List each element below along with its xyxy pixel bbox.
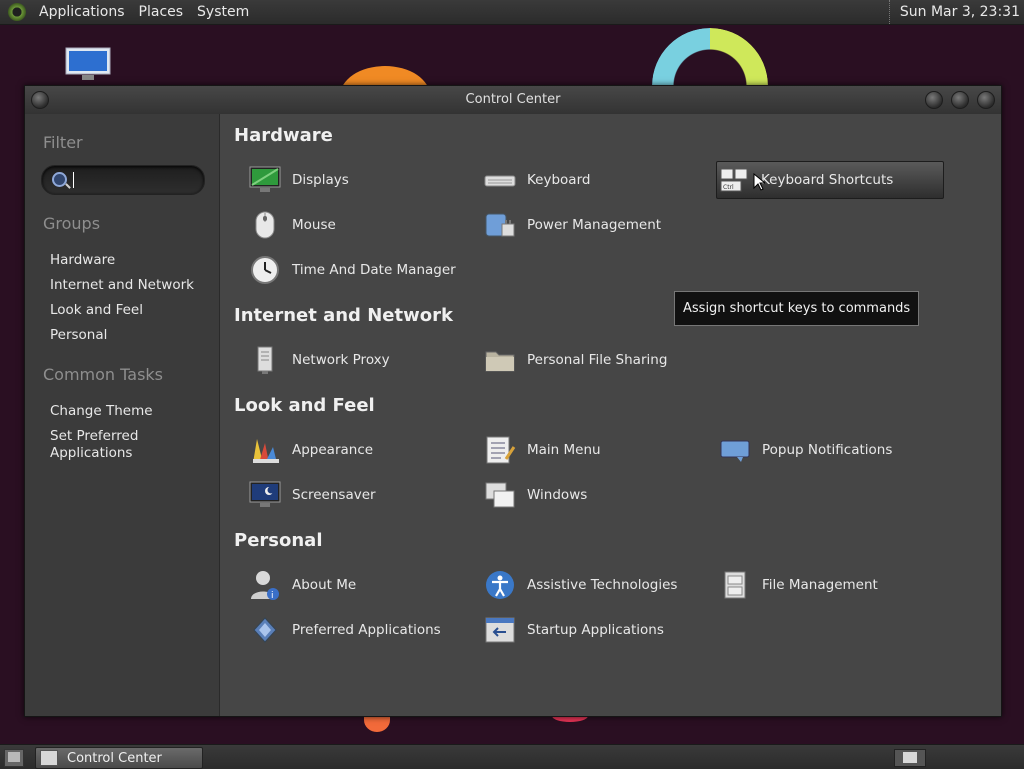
control-center-window: Control Center Filter Groups Hardware In… xyxy=(24,85,1002,717)
launcher-network-proxy[interactable]: Network Proxy xyxy=(248,344,390,376)
section-title-hardware: Hardware xyxy=(234,125,333,146)
maximize-button[interactable] xyxy=(951,91,969,109)
keyboard-shortcuts-icon: Ctrl xyxy=(717,164,751,196)
section-title-internet: Internet and Network xyxy=(234,305,453,326)
launcher-about-me[interactable]: i About Me xyxy=(248,569,356,601)
launcher-assistive-technologies[interactable]: Assistive Technologies xyxy=(483,569,677,601)
groups-heading: Groups xyxy=(43,214,101,233)
launcher-startup-applications[interactable]: Startup Applications xyxy=(483,614,664,646)
computer-desktop-icon[interactable] xyxy=(64,46,112,82)
menu-places[interactable]: Places xyxy=(132,4,191,20)
windows-icon xyxy=(483,479,517,511)
group-link-look-and-feel[interactable]: Look and Feel xyxy=(50,302,143,318)
launcher-power-management[interactable]: Power Management xyxy=(483,209,661,241)
monitor-icon xyxy=(248,164,282,196)
window-title: Control Center xyxy=(465,92,561,107)
group-link-personal[interactable]: Personal xyxy=(50,327,107,343)
taskbar-item-control-center[interactable]: Control Center xyxy=(35,747,203,769)
window-titlebar[interactable]: Control Center xyxy=(25,86,1001,114)
section-title-personal: Personal xyxy=(234,530,323,551)
task-link-set-preferred[interactable]: Set Preferred Applications xyxy=(50,428,160,462)
workspace-switcher-icon[interactable] xyxy=(894,749,926,767)
network-proxy-icon xyxy=(248,344,282,376)
distro-logo-icon[interactable] xyxy=(8,3,26,21)
text-cursor xyxy=(73,172,74,188)
filter-heading: Filter xyxy=(43,133,83,152)
sidebar: Filter Groups Hardware Internet and Netw… xyxy=(25,114,220,716)
search-icon xyxy=(52,172,67,187)
bottom-panel: Control Center xyxy=(0,744,1024,769)
menu-editor-icon xyxy=(483,434,517,466)
launcher-screensaver[interactable]: Screensaver xyxy=(248,479,376,511)
launcher-keyboard-shortcuts[interactable]: Ctrl Keyboard Shortcuts xyxy=(716,161,944,199)
mouse-icon xyxy=(248,209,282,241)
minimize-button[interactable] xyxy=(925,91,943,109)
startup-apps-icon xyxy=(483,614,517,646)
group-link-internet[interactable]: Internet and Network xyxy=(50,277,194,293)
launcher-keyboard[interactable]: Keyboard xyxy=(483,164,590,196)
launcher-file-management[interactable]: File Management xyxy=(718,569,878,601)
group-link-hardware[interactable]: Hardware xyxy=(50,252,115,268)
clock-icon xyxy=(248,254,282,286)
preferred-apps-icon xyxy=(248,614,282,646)
main-panel: Hardware Displays Keyboard Ctrl Keyboard… xyxy=(220,114,1001,716)
launcher-preferred-applications[interactable]: Preferred Applications xyxy=(248,614,441,646)
task-link-change-theme[interactable]: Change Theme xyxy=(50,403,153,419)
palette-icon xyxy=(248,434,282,466)
close-button[interactable] xyxy=(977,91,995,109)
menu-system[interactable]: System xyxy=(190,4,256,20)
panel-clock[interactable]: Sun Mar 3, 23:31 xyxy=(888,0,1020,24)
common-tasks-heading: Common Tasks xyxy=(43,365,164,384)
keyboard-icon xyxy=(483,164,517,196)
launcher-mouse[interactable]: Mouse xyxy=(248,209,336,241)
launcher-appearance[interactable]: Appearance xyxy=(248,434,373,466)
svg-text:i: i xyxy=(271,591,274,601)
notification-icon xyxy=(718,434,752,466)
launcher-windows[interactable]: Windows xyxy=(483,479,587,511)
launcher-time-and-date[interactable]: Time And Date Manager xyxy=(248,254,456,286)
file-cabinet-icon xyxy=(718,569,752,601)
svg-text:Ctrl: Ctrl xyxy=(723,184,734,191)
top-panel: Applications Places System Sun Mar 3, 23… xyxy=(0,0,1024,25)
user-info-icon: i xyxy=(248,569,282,601)
launcher-popup-notifications[interactable]: Popup Notifications xyxy=(718,434,892,466)
window-menu-button[interactable] xyxy=(31,91,49,109)
accessibility-icon xyxy=(483,569,517,601)
tooltip: Assign shortcut keys to commands xyxy=(674,291,920,326)
mouse-pointer-icon xyxy=(753,173,765,191)
launcher-displays[interactable]: Displays xyxy=(248,164,349,196)
launcher-personal-file-sharing[interactable]: Personal File Sharing xyxy=(483,344,667,376)
menu-applications[interactable]: Applications xyxy=(32,4,132,20)
launcher-main-menu[interactable]: Main Menu xyxy=(483,434,601,466)
control-center-app-icon xyxy=(40,750,58,766)
power-management-icon xyxy=(483,209,517,241)
section-title-look-and-feel: Look and Feel xyxy=(234,395,375,416)
screensaver-icon xyxy=(248,479,282,511)
show-desktop-icon[interactable] xyxy=(4,749,24,767)
folder-share-icon xyxy=(483,344,517,376)
search-input[interactable] xyxy=(41,165,205,195)
